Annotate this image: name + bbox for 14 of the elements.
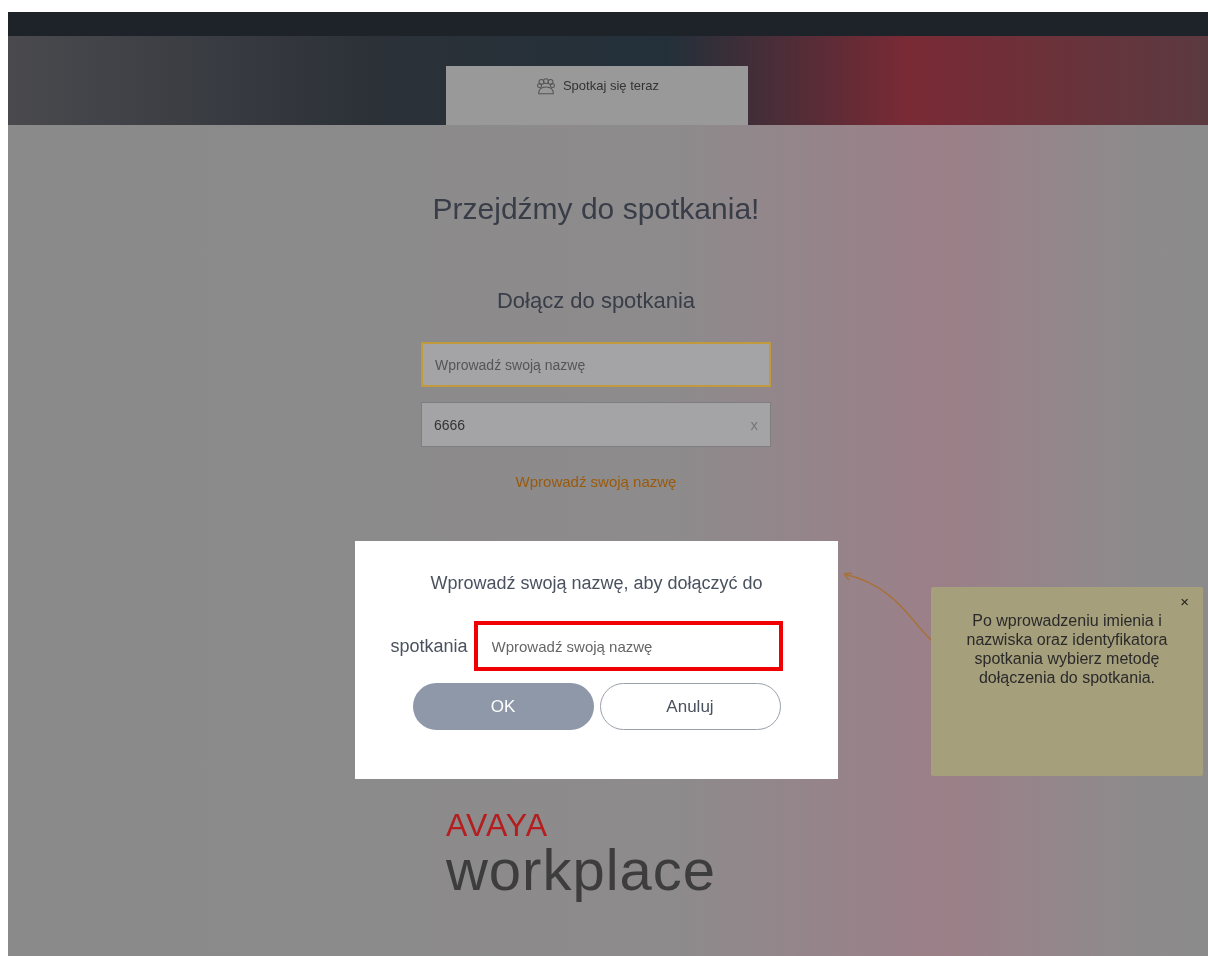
cancel-button[interactable]: Anuluj (599, 683, 781, 730)
dialog-message: Wprowadź swoją nazwę, aby dołączyć do (429, 572, 764, 595)
dialog-message-end: spotkania (390, 635, 468, 657)
join-heading: Dołącz do spotkania (496, 288, 696, 314)
logo-brand-text: AVAYA (445, 808, 549, 842)
meet-now-tab[interactable]: Spotkaj się teraz (446, 66, 748, 125)
ok-button[interactable]: OK (412, 683, 594, 730)
error-message: Wprowadź swoją nazwę (515, 473, 677, 490)
page-heading: Przejdźmy do spotkania! (432, 192, 760, 226)
tooltip-text: Po wprowadzeniu imienia i nazwiska oraz identyfikatora spotkania wybierz metodę dołączenia do spotkania. (965, 611, 1169, 687)
people-icon (534, 78, 557, 95)
close-button[interactable]: × (1180, 593, 1189, 610)
name-input-field[interactable]: Wprowadź swoją nazwę (421, 342, 771, 387)
dialog-name-field[interactable]: Wprowadź swoją nazwę (473, 621, 783, 671)
